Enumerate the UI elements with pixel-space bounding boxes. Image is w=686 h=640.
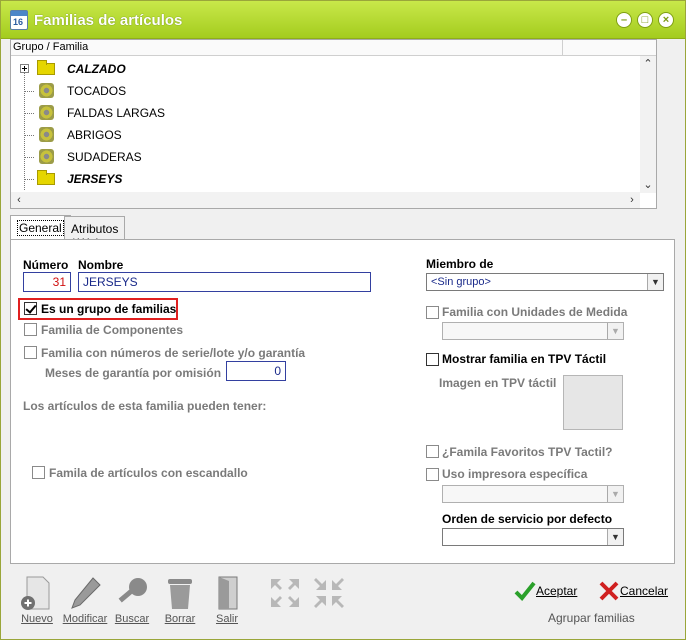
- borrar-button[interactable]: Borrar: [154, 571, 206, 627]
- unidades-medida-checkbox[interactable]: [426, 306, 439, 319]
- escandallo-label: Famila de artículos con escandallo: [49, 466, 248, 480]
- modificar-button[interactable]: Modificar: [59, 571, 111, 627]
- maximize-button[interactable]: □: [637, 12, 653, 28]
- family-puzzle-icon: [39, 83, 54, 98]
- tree-connector: [24, 179, 34, 180]
- door-exit-icon: [218, 576, 238, 610]
- tab-atributos-web[interactable]: Atributos / Web: [64, 216, 126, 250]
- folder-icon: [37, 170, 55, 185]
- nombre-field[interactable]: JERSEYS: [78, 272, 371, 292]
- tree-connector: [24, 91, 34, 92]
- es-grupo-label: Es un grupo de familias: [41, 302, 177, 316]
- numero-field[interactable]: 31: [23, 272, 71, 292]
- new-document-icon: [21, 576, 50, 610]
- mostrar-tpv-label: Mostrar familia en TPV Táctil: [442, 352, 607, 366]
- uso-impresora-label: Uso impresora específica: [442, 467, 588, 481]
- tree-header-label: Grupo / Familia: [13, 41, 89, 53]
- articulos-pueden-label: Los artículos de esta familia pueden ten…: [23, 399, 267, 413]
- family-tree[interactable]: Grupo / Familia CALZADO TOCADOS FALDAS L…: [10, 39, 657, 209]
- tree-item-jerseys[interactable]: JERSEYS: [11, 169, 641, 189]
- close-button[interactable]: ×: [658, 12, 674, 28]
- meses-garantia-field[interactable]: 0: [226, 361, 286, 381]
- general-tab-panel: Número Nombre 31 JERSEYS Es un grupo de …: [10, 239, 675, 564]
- favoritos-tpv-checkbox[interactable]: [426, 445, 439, 458]
- uso-impresora-select[interactable]: ▼: [442, 485, 624, 503]
- scroll-right-icon[interactable]: ›: [624, 192, 640, 208]
- es-grupo-checkbox[interactable]: [24, 302, 37, 315]
- scroll-down-icon[interactable]: ⌄: [640, 177, 656, 193]
- nuevo-button[interactable]: Nuevo: [11, 571, 63, 627]
- tree-connector: [24, 157, 34, 158]
- numero-label: Número: [23, 258, 69, 272]
- trash-icon: [168, 579, 192, 609]
- tree-item-calzado[interactable]: CALZADO: [11, 59, 641, 79]
- family-puzzle-icon: [39, 127, 54, 142]
- window-title: Familias de artículos: [34, 12, 183, 29]
- family-puzzle-icon: [39, 149, 54, 164]
- expand-icon[interactable]: [20, 64, 29, 73]
- chevron-down-icon[interactable]: ▼: [647, 274, 663, 290]
- tree-item-abrigos[interactable]: ABRIGOS: [11, 125, 641, 145]
- tree-horizontal-scrollbar[interactable]: ‹ ›: [11, 192, 640, 208]
- calendar-app-icon: 16: [10, 10, 28, 30]
- tree-item-faldas-largas[interactable]: FALDAS LARGAS: [11, 103, 641, 123]
- scroll-up-icon[interactable]: ⌃: [640, 56, 656, 72]
- pencil-icon: [71, 577, 101, 609]
- expand-arrows-icon: [271, 579, 299, 607]
- miembro-de-label: Miembro de: [426, 257, 494, 271]
- familia-componentes-label: Familia de Componentes: [41, 323, 184, 337]
- familia-componentes-checkbox[interactable]: [24, 323, 37, 336]
- families-window: 16 Familias de artículos – □ × Grupo / F…: [0, 0, 686, 640]
- tree-vertical-scrollbar[interactable]: ⌃ ⌄: [640, 56, 656, 193]
- orden-servicio-select[interactable]: ▼: [442, 528, 624, 546]
- search-key-icon: [118, 578, 147, 603]
- unidades-medida-label: Familia con Unidades de Medida: [442, 305, 628, 319]
- tree-item-label: CALZADO: [67, 62, 126, 76]
- family-puzzle-icon: [39, 105, 54, 120]
- imagen-tpv-label: Imagen en TPV táctil: [439, 376, 557, 390]
- tree-connector: [24, 135, 34, 136]
- agrupar-familias-button[interactable]: Agrupar familias: [548, 611, 635, 625]
- tree-item-tocados[interactable]: TOCADOS: [11, 81, 641, 101]
- favoritos-tpv-label: ¿Famila Favoritos TPV Tactil?: [442, 445, 613, 459]
- mostrar-tpv-checkbox[interactable]: [426, 353, 439, 366]
- imagen-tpv-box[interactable]: [563, 375, 623, 430]
- miembro-de-select[interactable]: <Sin grupo> ▼: [426, 273, 664, 291]
- tab-general[interactable]: General: [10, 215, 71, 240]
- cross-icon: [599, 581, 619, 601]
- orden-servicio-label: Orden de servicio por defecto: [442, 512, 613, 526]
- unidades-medida-select[interactable]: ▼: [442, 322, 624, 340]
- checkmark-icon: [514, 581, 536, 601]
- tree-item-label: FALDAS LARGAS: [67, 106, 166, 120]
- collapse-button[interactable]: [303, 571, 355, 627]
- tree-item-sudaderas[interactable]: SUDADERAS: [11, 147, 641, 167]
- salir-button[interactable]: Salir: [201, 571, 253, 627]
- familia-serie-checkbox[interactable]: [24, 346, 37, 359]
- title-bar: 16 Familias de artículos – □ ×: [1, 1, 685, 39]
- tree-item-label: ABRIGOS: [67, 128, 122, 142]
- escandallo-checkbox[interactable]: [32, 466, 45, 479]
- collapse-arrows-icon: [314, 578, 344, 608]
- tree-item-label: TOCADOS: [67, 84, 127, 98]
- folder-icon: [37, 60, 55, 75]
- column-separator[interactable]: [562, 40, 563, 56]
- uso-impresora-checkbox[interactable]: [426, 468, 439, 481]
- chevron-down-icon[interactable]: ▼: [607, 486, 623, 502]
- meses-garantia-label: Meses de garantía por omisión: [45, 366, 222, 380]
- minimize-button[interactable]: –: [616, 12, 632, 28]
- tree-connector: [24, 113, 34, 114]
- buscar-button[interactable]: Buscar: [106, 571, 158, 627]
- tree-header[interactable]: Grupo / Familia: [11, 40, 656, 56]
- chevron-down-icon[interactable]: ▼: [607, 323, 623, 339]
- nombre-label: Nombre: [78, 258, 124, 272]
- tree-item-label: JERSEYS: [67, 172, 123, 186]
- familia-serie-label: Familia con números de serie/lote y/o ga…: [41, 346, 306, 360]
- tree-item-label: SUDADERAS: [67, 150, 142, 164]
- scroll-left-icon[interactable]: ‹: [11, 192, 27, 208]
- chevron-down-icon[interactable]: ▼: [607, 529, 623, 545]
